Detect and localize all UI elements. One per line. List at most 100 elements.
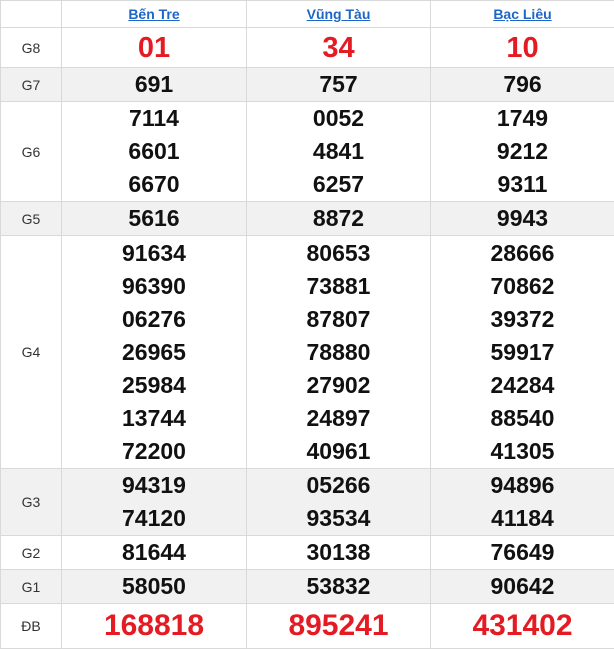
winning-number: 9311 xyxy=(431,168,614,201)
winning-number: 88540 xyxy=(431,402,614,435)
province-link-vung-tau[interactable]: Vũng Tàu xyxy=(307,6,371,22)
prize-label: G5 xyxy=(1,202,62,236)
winning-number: 25984 xyxy=(62,369,246,402)
result-cell-bac-lieu: 796 xyxy=(431,68,614,102)
prize-row-g5: G5561688729943 xyxy=(1,202,614,236)
result-cell-bac-lieu: 90642 xyxy=(431,570,614,604)
winning-number: 58050 xyxy=(62,570,246,603)
winning-number: 06276 xyxy=(62,303,246,336)
result-cell-vung-tau: 895241 xyxy=(247,604,431,649)
result-cell-ben-tre: 691 xyxy=(62,68,247,102)
winning-number: 13744 xyxy=(62,402,246,435)
winning-number: 94319 xyxy=(62,469,246,502)
prize-label: G7 xyxy=(1,68,62,102)
result-cell-bac-lieu: 174992129311 xyxy=(431,102,614,202)
winning-number: 9943 xyxy=(431,202,614,235)
province-header-ben-tre: Bến Tre xyxy=(62,1,247,28)
winning-number: 431402 xyxy=(431,605,614,647)
prize-label: G6 xyxy=(1,102,62,202)
header-empty-cell xyxy=(1,1,62,28)
result-cell-ben-tre: 9431974120 xyxy=(62,469,247,536)
result-cell-bac-lieu: 28666708623937259917242848854041305 xyxy=(431,236,614,469)
prize-row-g6: G6711466016670005248416257174992129311 xyxy=(1,102,614,202)
prize-row-g4: G491634963900627626965259841374472200806… xyxy=(1,236,614,469)
winning-number: 168818 xyxy=(62,605,246,647)
result-cell-ben-tre: 01 xyxy=(62,28,247,68)
prize-label: G3 xyxy=(1,469,62,536)
prize-row-g1: G1580505383290642 xyxy=(1,570,614,604)
prize-label: G1 xyxy=(1,570,62,604)
header-row: Bến Tre Vũng Tàu Bạc Liêu xyxy=(1,1,614,28)
province-link-bac-lieu[interactable]: Bạc Liêu xyxy=(493,6,551,22)
winning-number: 05266 xyxy=(247,469,430,502)
winning-number: 6601 xyxy=(62,135,246,168)
winning-number: 96390 xyxy=(62,270,246,303)
result-cell-vung-tau: 80653738818780778880279022489740961 xyxy=(247,236,431,469)
result-cell-bac-lieu: 10 xyxy=(431,28,614,68)
winning-number: 1749 xyxy=(431,102,614,135)
winning-number: 7114 xyxy=(62,102,246,135)
winning-number: 895241 xyxy=(247,605,430,647)
result-cell-ben-tre: 58050 xyxy=(62,570,247,604)
winning-number: 74120 xyxy=(62,502,246,535)
prize-row-g7: G7691757796 xyxy=(1,68,614,102)
result-cell-bac-lieu: 9943 xyxy=(431,202,614,236)
winning-number: 41305 xyxy=(431,435,614,468)
winning-number: 757 xyxy=(247,68,430,101)
winning-number: 30138 xyxy=(247,536,430,569)
winning-number: 53832 xyxy=(247,570,430,603)
winning-number: 26965 xyxy=(62,336,246,369)
result-cell-bac-lieu: 431402 xyxy=(431,604,614,649)
result-cell-ben-tre: 711466016670 xyxy=(62,102,247,202)
winning-number: 01 xyxy=(62,29,246,67)
winning-number: 5616 xyxy=(62,202,246,235)
prize-label: ĐB xyxy=(1,604,62,649)
result-cell-vung-tau: 8872 xyxy=(247,202,431,236)
result-cell-vung-tau: 34 xyxy=(247,28,431,68)
winning-number: 796 xyxy=(431,68,614,101)
result-cell-bac-lieu: 9489641184 xyxy=(431,469,614,536)
winning-number: 91634 xyxy=(62,237,246,270)
winning-number: 9212 xyxy=(431,135,614,168)
result-cell-ben-tre: 81644 xyxy=(62,536,247,570)
winning-number: 6257 xyxy=(247,168,430,201)
prize-row-g8: G8013410 xyxy=(1,28,614,68)
results-body: G8013410G7691757796G67114660166700052484… xyxy=(1,28,614,649)
winning-number: 81644 xyxy=(62,536,246,569)
winning-number: 24897 xyxy=(247,402,430,435)
result-cell-ben-tre: 5616 xyxy=(62,202,247,236)
result-cell-vung-tau: 0526693534 xyxy=(247,469,431,536)
winning-number: 59917 xyxy=(431,336,614,369)
winning-number: 4841 xyxy=(247,135,430,168)
winning-number: 8872 xyxy=(247,202,430,235)
winning-number: 691 xyxy=(62,68,246,101)
winning-number: 40961 xyxy=(247,435,430,468)
winning-number: 39372 xyxy=(431,303,614,336)
winning-number: 34 xyxy=(247,29,430,67)
winning-number: 70862 xyxy=(431,270,614,303)
winning-number: 73881 xyxy=(247,270,430,303)
result-cell-ben-tre: 91634963900627626965259841374472200 xyxy=(62,236,247,469)
result-cell-ben-tre: 168818 xyxy=(62,604,247,649)
prize-row-g2: G2816443013876649 xyxy=(1,536,614,570)
province-link-ben-tre[interactable]: Bến Tre xyxy=(128,6,179,22)
winning-number: 80653 xyxy=(247,237,430,270)
winning-number: 90642 xyxy=(431,570,614,603)
province-header-vung-tau: Vũng Tàu xyxy=(247,1,431,28)
lottery-results-table: Bến Tre Vũng Tàu Bạc Liêu G8013410G76917… xyxy=(0,0,614,649)
prize-row-g3: G3943197412005266935349489641184 xyxy=(1,469,614,536)
winning-number: 87807 xyxy=(247,303,430,336)
result-cell-vung-tau: 53832 xyxy=(247,570,431,604)
prize-label: G8 xyxy=(1,28,62,68)
winning-number: 6670 xyxy=(62,168,246,201)
prize-label: G4 xyxy=(1,236,62,469)
result-cell-vung-tau: 005248416257 xyxy=(247,102,431,202)
winning-number: 41184 xyxy=(431,502,614,535)
prize-label: G2 xyxy=(1,536,62,570)
winning-number: 72200 xyxy=(62,435,246,468)
prize-row-db: ĐB168818895241431402 xyxy=(1,604,614,649)
winning-number: 78880 xyxy=(247,336,430,369)
result-cell-vung-tau: 30138 xyxy=(247,536,431,570)
result-cell-vung-tau: 757 xyxy=(247,68,431,102)
winning-number: 28666 xyxy=(431,237,614,270)
